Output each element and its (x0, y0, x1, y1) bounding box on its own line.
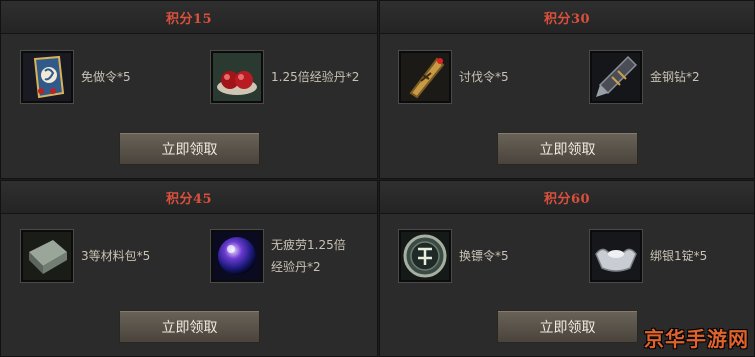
exemption-token-icon[interactable] (20, 50, 74, 104)
panel-title: 积分60 (543, 191, 591, 207)
reward-panel-30: 积分30 讨伐令*5 金钢钻*2 立即领取 (379, 0, 755, 179)
panel-title: 积分15 (165, 11, 213, 27)
claim-button[interactable]: 立即领取 (119, 132, 260, 165)
drill-icon[interactable] (589, 50, 643, 104)
reward-item: 免做令*5 (20, 50, 131, 104)
crusade-token-icon[interactable] (398, 50, 452, 104)
panel-header: 积分45 (1, 181, 377, 214)
reward-label-line-2: 经验丹*2 (271, 260, 321, 274)
red-pill-icon[interactable] (210, 50, 264, 104)
site-watermark: 京华手游网 (644, 327, 749, 351)
panel-header: 积分30 (380, 1, 754, 34)
reward-label: 1.25倍经验丹*2 (271, 70, 360, 84)
reward-item: 绑银1锭*5 (589, 229, 708, 283)
reward-label-line-1: 无疲劳1.25倍 (271, 238, 346, 252)
panel-header: 积分60 (380, 181, 754, 214)
reward-item: 金钢钻*2 (589, 50, 700, 104)
claim-button[interactable]: 立即领取 (119, 310, 260, 343)
panel-title: 积分45 (165, 191, 213, 207)
silver-ingot-icon[interactable] (589, 229, 643, 283)
reward-panel-15: 积分15 免做令*5 1.25倍经验丹*2 立即领取 (0, 0, 378, 179)
reward-label: 金钢钻*2 (650, 70, 700, 84)
reward-item: 无疲劳1.25倍 经验丹*2 (210, 229, 346, 283)
exchange-token-icon[interactable] (398, 229, 452, 283)
reward-item: 换镖令*5 (398, 229, 509, 283)
panel-title: 积分30 (543, 11, 591, 27)
claim-button[interactable]: 立即领取 (497, 310, 638, 343)
panel-header: 积分15 (1, 1, 377, 34)
reward-label: 3等材料包*5 (81, 249, 151, 263)
reward-item: 1.25倍经验丹*2 (210, 50, 360, 104)
material-pack-icon[interactable] (20, 229, 74, 283)
reward-label: 换镖令*5 (459, 249, 509, 263)
claim-button[interactable]: 立即领取 (497, 132, 638, 165)
reward-label: 讨伐令*5 (459, 70, 509, 84)
reward-label: 免做令*5 (81, 70, 131, 84)
reward-label: 绑银1锭*5 (650, 249, 708, 263)
reward-item: 3等材料包*5 (20, 229, 151, 283)
reward-item: 讨伐令*5 (398, 50, 509, 104)
crystal-orb-icon[interactable] (210, 229, 264, 283)
reward-panel-45: 积分45 3等材料包*5 无疲劳1.25倍 经验丹*2 立即领取 (0, 180, 378, 357)
